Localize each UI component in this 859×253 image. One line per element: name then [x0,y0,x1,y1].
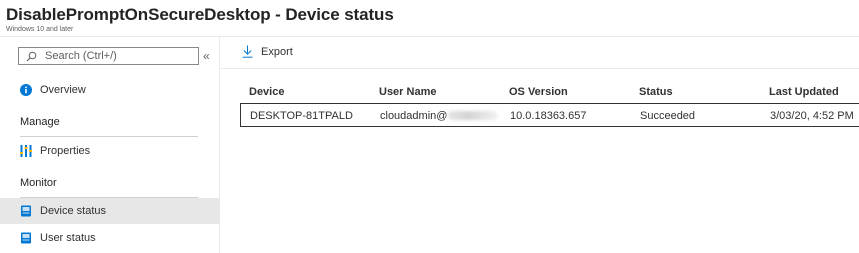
page-subtitle: Windows 10 and later [6,26,74,33]
column-header-user-name[interactable]: User Name [379,86,436,98]
sidebar-item-label: Properties [40,145,91,157]
table-header-row: Device User Name OS Version Status Last … [240,80,859,103]
info-icon [20,84,32,96]
collapse-sidebar-button[interactable]: « [203,48,210,64]
page-title: DisablePromptOnSecureDesktop - Device st… [6,5,394,24]
toolbar-divider [221,68,859,69]
download-arrow-icon [242,45,253,58]
device-status-table: Device User Name OS Version Status Last … [240,80,859,127]
sidebar-item-overview[interactable]: Overview [0,77,220,103]
column-header-os-version[interactable]: OS Version [509,86,568,98]
sidebar-item-label: Device status [40,205,107,217]
cell-status: Succeeded [640,110,696,122]
search-placeholder: Search (Ctrl+/) [45,50,117,62]
redacted-domain [448,111,499,120]
column-header-device[interactable]: Device [249,86,284,98]
export-button[interactable]: Export [242,45,293,58]
section-monitor: Monitor [20,177,57,189]
section-divider [20,136,198,137]
cell-os-version: 10.0.18363.657 [510,110,587,122]
sidebar: Search (Ctrl+/) « Overview Manage Proper… [0,37,220,253]
column-header-status[interactable]: Status [639,86,673,98]
page-header: DisablePromptOnSecureDesktop - Device st… [6,4,394,34]
cell-last-updated: 3/03/20, 4:52 PM [770,110,854,122]
sidebar-item-user-status[interactable]: User status [0,225,220,251]
export-label: Export [261,45,293,58]
sidebar-item-label: User status [40,232,96,244]
cell-device: DESKTOP-81TPALD [250,110,353,122]
section-manage: Manage [20,116,60,128]
search-icon [26,51,37,61]
column-header-last-updated[interactable]: Last Updated [769,86,839,98]
sidebar-item-label: Overview [40,84,86,96]
user-status-icon [21,232,31,244]
user-name-text: cloudadmin@ [380,110,448,122]
search-input[interactable]: Search (Ctrl+/) [18,47,199,65]
sidebar-item-properties[interactable]: Properties [0,138,220,164]
table-row[interactable]: DESKTOP-81TPALD cloudadmin@ 10.0.18363.6… [240,103,859,127]
sidebar-item-device-status[interactable]: Device status [0,198,220,224]
cell-user-name: cloudadmin@ [380,110,499,122]
properties-icon [20,145,32,157]
device-status-icon [21,205,31,217]
